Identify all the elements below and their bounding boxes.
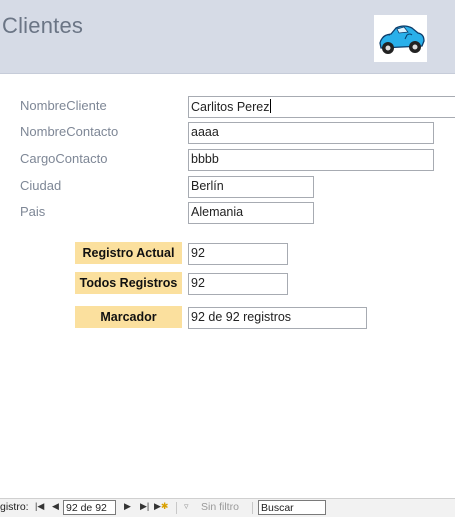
last-record-icon[interactable]: ▶| [140,501,149,512]
record-navigation-bar: gistro: |◀ ◀ 92 de 92 ▶ ▶| ▶✱ ▿ Sin filt… [0,498,455,517]
nombre-cliente-field[interactable]: Carlitos Perez [188,96,455,118]
form-title: Clientes [2,13,84,38]
first-record-icon[interactable]: |◀ [35,501,44,512]
pais-label: Pais [20,204,46,219]
todos-registros-field[interactable]: 92 [188,273,288,295]
cargo-contacto-label: CargoContacto [20,151,108,166]
nombre-contacto-label: NombreContacto [20,124,119,139]
todos-registros-label: Todos Registros [75,272,182,294]
form-header: Clientes [0,0,455,74]
pais-field[interactable]: Alemania [188,202,314,224]
nav-separator [252,502,253,514]
previous-record-icon[interactable]: ◀ [52,501,59,512]
filter-icon[interactable]: ▿ [184,501,189,512]
text-cursor [269,99,271,113]
registro-actual-field[interactable]: 92 [188,243,288,265]
search-input[interactable]: Buscar [258,500,326,515]
car-logo [374,15,427,62]
nav-separator [176,502,177,514]
next-record-icon[interactable]: ▶ [124,501,131,512]
new-record-icon[interactable]: ▶✱ [154,501,168,512]
marcador-field[interactable]: 92 de 92 registros [188,307,367,329]
marcador-label: Marcador [75,306,182,328]
filter-label[interactable]: Sin filtro [201,501,239,513]
registro-actual-label: Registro Actual [75,242,182,264]
cargo-contacto-field[interactable]: bbbb [188,149,434,171]
record-position-input[interactable]: 92 de 92 [63,500,116,515]
nombre-cliente-label: NombreCliente [20,98,107,113]
ciudad-field[interactable]: Berlín [188,176,314,198]
record-label: gistro: [0,501,29,513]
ciudad-label: Ciudad [20,178,62,193]
nombre-contacto-field[interactable]: aaaa [188,122,434,144]
nombre-cliente-value: Carlitos Perez [191,100,270,114]
car-icon [379,25,425,54]
